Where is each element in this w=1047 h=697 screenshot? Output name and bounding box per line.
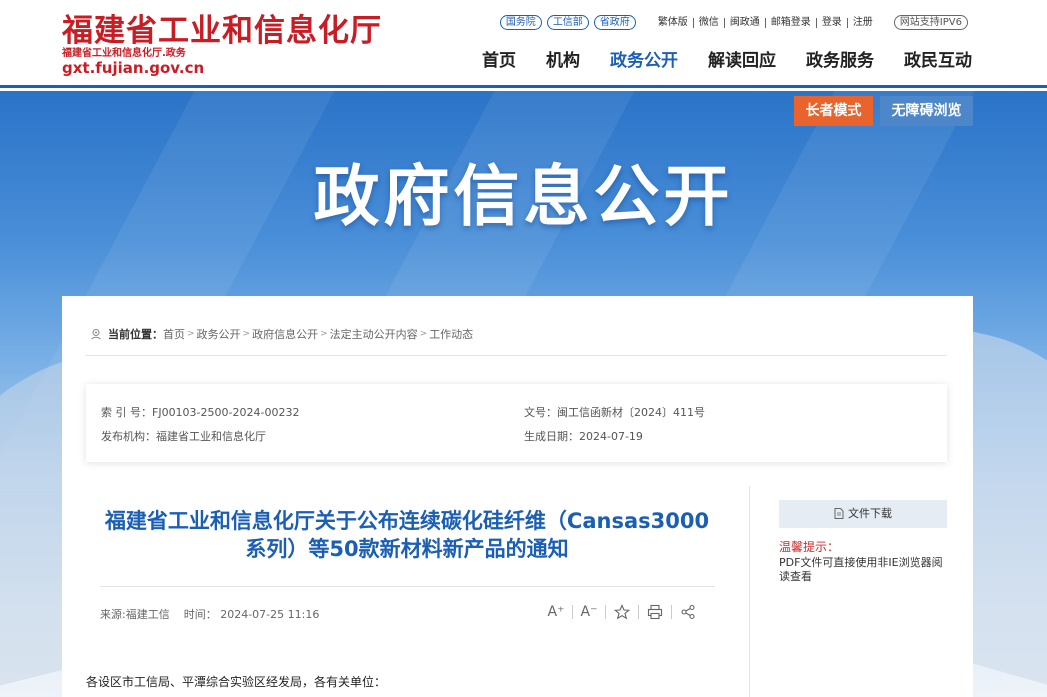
article-info: 来源:福建工信 时间： 2024-07-25 11:16 bbox=[100, 606, 319, 622]
divider bbox=[100, 586, 715, 587]
breadcrumb-separator: > bbox=[187, 329, 195, 339]
site-logo[interactable]: 福建省工业和信息化厅 福建省工业和信息化厅.政务 gxt.fujian.gov.… bbox=[62, 14, 382, 76]
download-label: 文件下载 bbox=[848, 507, 892, 520]
location-icon bbox=[91, 329, 101, 340]
article-toolbar: A⁺ A⁻ bbox=[540, 601, 704, 623]
tip-heading: 温馨提示： bbox=[779, 540, 840, 554]
font-increase-button[interactable]: A⁺ bbox=[540, 601, 572, 623]
share-icon[interactable] bbox=[672, 601, 704, 623]
nav-gov-affairs[interactable]: 政务公开 bbox=[610, 50, 678, 72]
breadcrumb-label: 当前位置： bbox=[108, 328, 163, 341]
meta-issuer: 发布机构：福建省工业和信息化厅 bbox=[101, 430, 266, 443]
meta-doc-no: 文号：闽工信函新材〔2024〕411号 bbox=[524, 406, 705, 419]
breadcrumb-separator: > bbox=[320, 329, 328, 339]
sidebar-divider bbox=[749, 486, 750, 697]
link-wechat[interactable]: 微信 bbox=[692, 17, 724, 28]
breadcrumb-separator: > bbox=[242, 329, 251, 339]
link-mzt[interactable]: 闽政通 bbox=[723, 17, 765, 28]
breadcrumb: 当前位置： 首页 > 政务公开 > 政府信息公开 > 法定主动公开内容 > 工作… bbox=[90, 326, 473, 342]
logo-title: 福建省工业和信息化厅 bbox=[62, 13, 382, 49]
link-traditional[interactable]: 繁体版 bbox=[653, 17, 693, 28]
meta-index-no: 索 引 号：FJ00103-2500-2024-00232 bbox=[101, 406, 300, 419]
document-meta-box: 索 引 号：FJ00103-2500-2024-00232 文号：闽工信函新材〔… bbox=[86, 384, 947, 462]
breadcrumb-statutory[interactable]: 法定主动公开内容 bbox=[330, 326, 418, 342]
link-login[interactable]: 登录 bbox=[815, 17, 847, 28]
favorite-icon[interactable] bbox=[606, 601, 638, 623]
divider bbox=[86, 355, 947, 356]
site-header: 福建省工业和信息化厅 福建省工业和信息化厅.政务 gxt.fujian.gov.… bbox=[0, 0, 1047, 88]
tip-text: PDF文件可直接使用非IE浏览器阅读查看 bbox=[779, 556, 943, 583]
breadcrumb-separator: > bbox=[419, 329, 428, 339]
breadcrumb-gov-affairs[interactable]: 政务公开 bbox=[197, 326, 241, 342]
accessibility-button[interactable]: 无障碍浏览 bbox=[880, 96, 973, 126]
meta-date: 生成日期：2024-07-19 bbox=[524, 430, 643, 443]
nav-interpretation[interactable]: 解读回应 bbox=[708, 50, 776, 72]
link-mail-login[interactable]: 邮箱登录 bbox=[764, 17, 816, 28]
elder-mode-button[interactable]: 长者模式 bbox=[794, 96, 873, 126]
nav-home[interactable]: 首页 bbox=[482, 50, 516, 72]
ipv6-badge: 网站支持IPV6 bbox=[893, 15, 968, 30]
article-source: 来源:福建工信 bbox=[100, 608, 170, 621]
link-state-council[interactable]: 国务院 bbox=[499, 15, 542, 30]
file-download-button[interactable]: 文件下载 bbox=[779, 500, 947, 528]
link-register[interactable]: 注册 bbox=[846, 17, 878, 28]
main-nav: 首页 机构 政务公开 解读回应 政务服务 政民互动 bbox=[452, 50, 972, 72]
nav-organization[interactable]: 机构 bbox=[546, 50, 580, 72]
link-provincial-gov[interactable]: 省政府 bbox=[593, 15, 636, 30]
nav-services[interactable]: 政务服务 bbox=[806, 50, 874, 72]
print-icon[interactable] bbox=[639, 601, 671, 623]
article-title-line: 福建省工业和信息化厅关于公布连续碳化硅纤维（Cansas3000 bbox=[104, 509, 710, 533]
banner-title: 政府信息公开 bbox=[313, 158, 734, 235]
breadcrumb-work-news[interactable]: 工作动态 bbox=[429, 326, 473, 342]
breadcrumb-info-disclosure[interactable]: 政府信息公开 bbox=[252, 326, 318, 342]
nav-interaction[interactable]: 政民互动 bbox=[904, 50, 972, 72]
article-time: 时间： 2024-07-25 11:16 bbox=[183, 608, 320, 621]
article-title: 福建省工业和信息化厅关于公布连续碳化硅纤维（Cansas3000 系列）等50款… bbox=[87, 507, 727, 563]
document-icon bbox=[834, 502, 844, 530]
link-miit[interactable]: 工信部 bbox=[546, 15, 589, 30]
article-title-line: 系列）等50款新材料新产品的通知 bbox=[245, 537, 569, 561]
top-links: 国务院 工信部 省政府 繁体版 微信 闽政通 邮箱登录 登录 注册 网站支持IP… bbox=[499, 15, 973, 30]
breadcrumb-home[interactable]: 首页 bbox=[163, 326, 185, 342]
logo-url: gxt.fujian.gov.cn bbox=[62, 59, 205, 77]
content-card: 当前位置： 首页 > 政务公开 > 政府信息公开 > 法定主动公开内容 > 工作… bbox=[62, 296, 973, 697]
article-greeting: 各设区市工信局、平潭综合实验区经发局，各有关单位： bbox=[86, 675, 387, 689]
font-decrease-button[interactable]: A⁻ bbox=[573, 601, 605, 623]
